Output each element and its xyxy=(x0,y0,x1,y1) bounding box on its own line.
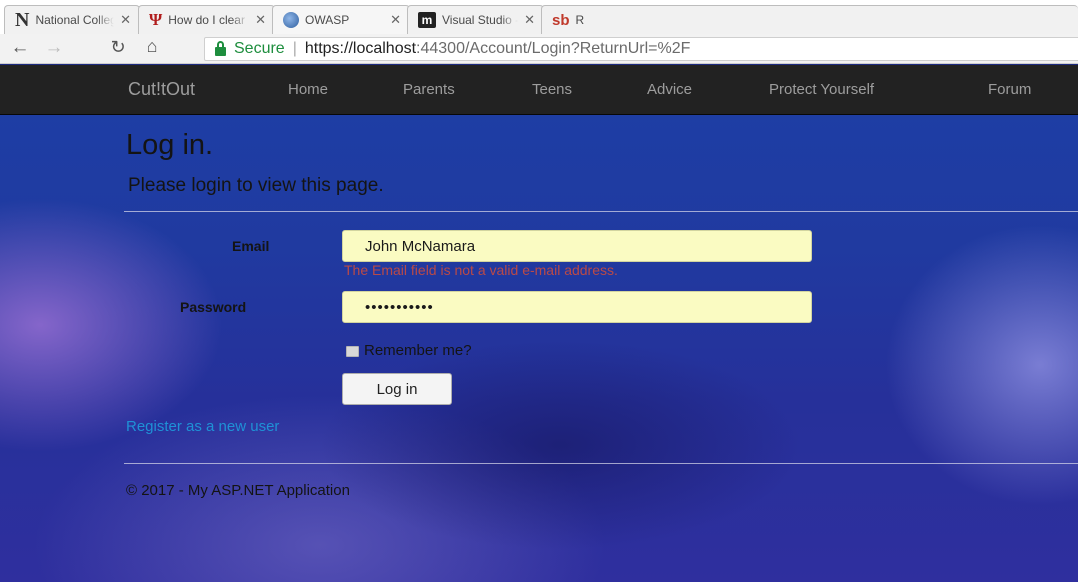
reload-icon[interactable]: ↻ xyxy=(106,37,130,58)
password-value: ••••••••••• xyxy=(365,298,434,316)
close-icon[interactable]: ✕ xyxy=(390,12,401,28)
log-in-button[interactable]: Log in xyxy=(342,373,452,405)
psi-logo-icon: Ψ xyxy=(149,10,163,29)
page-subtitle: Please login to view this page. xyxy=(128,175,384,196)
n-logo-icon: N xyxy=(15,8,30,31)
nav-link-parents[interactable]: Parents xyxy=(403,81,455,98)
url-field[interactable]: Secure | https://localhost :44300/Accoun… xyxy=(204,37,1078,61)
browser-tab-visual-studio[interactable]: m Visual Studio - I ✕ xyxy=(407,5,544,34)
register-link[interactable]: Register as a new user xyxy=(126,418,279,435)
tab-title: How do I clear m xyxy=(168,13,249,27)
browser-tab-strip: N National College ✕ Ψ How do I clear m … xyxy=(0,0,1078,34)
url-host: https://localhost xyxy=(304,40,417,57)
m-logo-icon: m xyxy=(418,12,436,28)
nav-link-teens[interactable]: Teens xyxy=(532,81,572,98)
home-icon[interactable]: ⌂ xyxy=(140,36,164,57)
sb-logo-icon: sb xyxy=(552,11,570,29)
tab-title: OWASP xyxy=(305,13,350,27)
nav-link-home[interactable]: Home xyxy=(288,81,328,98)
tab-title: National College xyxy=(35,13,114,27)
browser-tab-how-do-i-clear[interactable]: Ψ How do I clear m ✕ xyxy=(138,5,275,34)
divider xyxy=(124,211,1078,212)
email-field[interactable]: John McNamara xyxy=(342,230,812,262)
browser-tab-sb[interactable]: sb R xyxy=(541,5,1078,34)
browser-tab-national-college[interactable]: N National College ✕ xyxy=(4,5,140,34)
forward-arrow-icon[interactable]: → xyxy=(42,37,66,59)
url-path: :44300/Account/Login?ReturnUrl=%2F xyxy=(416,40,691,57)
close-icon[interactable]: ✕ xyxy=(255,12,266,28)
remember-me-label[interactable]: Remember me? xyxy=(364,342,472,359)
owasp-logo-icon xyxy=(283,12,299,28)
url-separator: | xyxy=(292,40,297,57)
site-brand-link[interactable]: Cut!tOut xyxy=(128,79,195,100)
close-icon[interactable]: ✕ xyxy=(524,12,535,28)
page-title: Log in. xyxy=(126,129,214,161)
email-validation-error: The Email field is not a valid e-mail ad… xyxy=(344,262,618,278)
remember-me-checkbox[interactable] xyxy=(346,346,359,357)
email-label: Email xyxy=(232,238,270,254)
page-body: Cut!tOut Home Parents Teens Advice Prote… xyxy=(0,65,1078,582)
nav-link-advice[interactable]: Advice xyxy=(647,81,692,98)
email-value: John McNamara xyxy=(365,237,476,255)
tab-title: Visual Studio - I xyxy=(442,13,519,27)
footer-copyright: © 2017 - My ASP.NET Application xyxy=(126,482,350,499)
lock-icon xyxy=(215,40,226,56)
tab-title: R xyxy=(575,13,585,27)
back-arrow-icon[interactable]: ← xyxy=(8,37,32,59)
password-field[interactable]: ••••••••••• xyxy=(342,291,812,323)
secure-label: Secure xyxy=(234,40,285,57)
footer-divider xyxy=(124,463,1078,464)
close-icon[interactable]: ✕ xyxy=(120,12,131,28)
site-navbar: Cut!tOut Home Parents Teens Advice Prote… xyxy=(0,65,1078,115)
address-bar: ← → ↻ ⌂ Secure | https://localhost :4430… xyxy=(0,34,1078,64)
nav-link-forum[interactable]: Forum xyxy=(988,81,1031,98)
browser-tab-owasp[interactable]: OWASP ✕ xyxy=(272,5,410,34)
nav-link-protect-yourself[interactable]: Protect Yourself xyxy=(769,81,874,98)
password-label: Password xyxy=(180,299,247,315)
